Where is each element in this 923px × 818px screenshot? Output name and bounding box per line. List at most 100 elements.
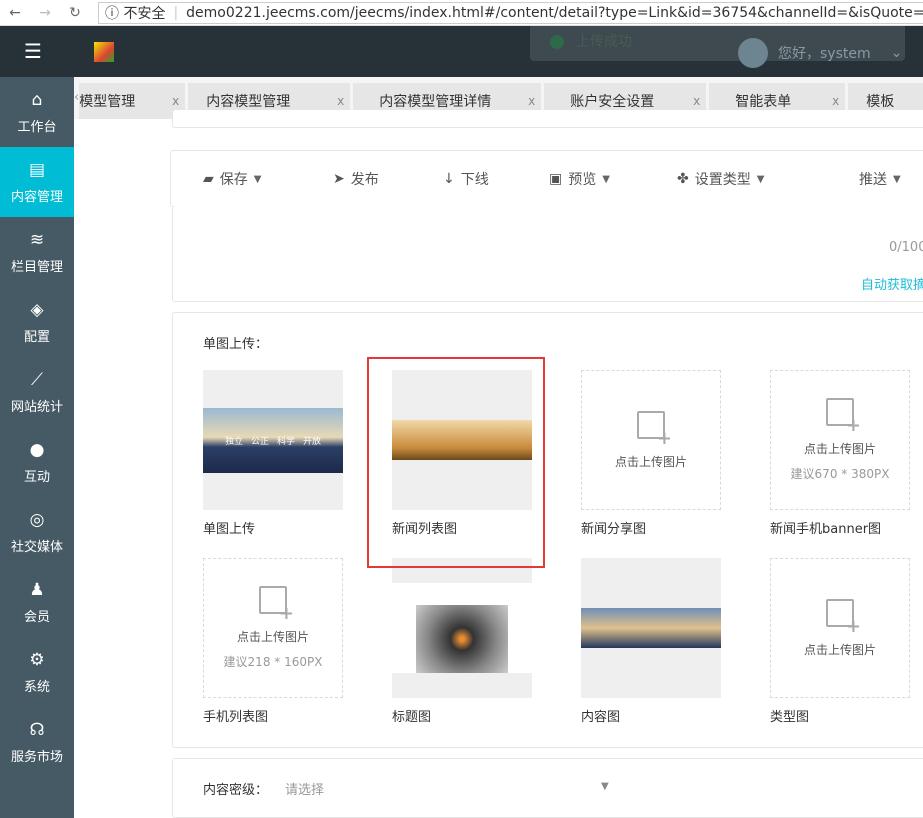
section-label: 单图上传： [203,337,269,352]
upload-mobile-banner[interactable]: 点击上传图片建议670 * 380PX 新闻手机banner图 [770,370,910,537]
secrecy-select[interactable]: 请选择 [285,779,324,798]
size-hint: 建议218 * 160PX [223,655,323,669]
sidebar-item-label: 系统 [23,679,50,695]
image-upload-icon [637,410,672,449]
sidebar-item-label: 网站统计 [10,399,63,415]
sidebar-item-workbench[interactable]: ⌂ 工作台 [0,77,74,147]
caret-down-icon: ▼ [602,173,610,185]
url-input[interactable]: ⓘ 不安全 | demo0221.jeecms.com/jeecms/index… [98,1,923,24]
headset-icon: ☊ [29,719,45,740]
overlay-text: 开放 [303,436,322,447]
highlight-box [367,357,545,568]
solar-image: 独立 公正 科学 开放 [203,407,343,473]
close-icon[interactable]: x [693,94,700,108]
close-icon[interactable]: x [832,94,839,108]
sidebar-item-label: 配置 [23,329,50,345]
upload-text: 点击上传图片 [803,642,876,657]
summary-card: 0/100 自动获取摘 [172,206,923,302]
sidebar-item-label: 内容管理 [10,189,63,205]
gear-icon: ⚙ [29,649,45,670]
caption: 内容图 [581,710,621,725]
chart-icon: ⟋ [31,369,43,390]
reload-icon[interactable]: ↻ [60,5,90,21]
preview-icon: ▣ [549,171,563,187]
top-card-edge [172,110,923,128]
close-icon[interactable]: x [528,94,535,108]
auto-summary-link[interactable]: 自动获取摘 [861,274,923,293]
caption: 手机列表图 [203,710,269,725]
upload-type-image[interactable]: 点击上传图片类型图 [770,558,910,725]
publish-button[interactable]: ➤ 发布 [333,169,379,189]
sidebar-item-member[interactable]: ♟ 会员 [0,567,74,637]
image-upload-icon [259,586,294,624]
user-menu[interactable]: 您好，system ⌄ [738,38,902,68]
sidebar-item-label: 互动 [23,469,50,485]
push-button[interactable]: 推送 ▼ [859,169,901,189]
offline-label: 下线 [460,172,489,188]
tab-label: 内容模型管理详情 [379,94,492,110]
tab-label: 账户安全设置 [570,94,655,110]
upload-title-image[interactable]: 标题图 [392,558,532,725]
save-icon: ▰ [203,171,214,187]
sidebar-item-label: 服务市场 [10,749,63,765]
upload-content-image[interactable]: 内容图 [581,558,721,725]
preview-button[interactable]: ▣ 预览 ▼ [549,169,610,189]
char-counter: 0/100 [889,240,923,255]
set-type-label: 设置类型 [694,172,751,188]
hamburger-menu-icon[interactable]: ☰ [24,41,42,61]
preview-label: 预览 [568,172,597,188]
send-icon: ➤ [333,171,345,187]
upload-mobile-list[interactable]: 点击上传图片建议218 * 160PX 手机列表图 [203,558,343,725]
overlay-text: 独立 [224,436,243,447]
tab-label: 模型管理 [79,94,136,110]
caret-down-icon: ▼ [253,173,262,185]
sidebar-item-interact[interactable]: ● 互动 [0,427,74,497]
tab-model[interactable]: 模型管理 x [79,83,186,119]
upload-text: 点击上传图片 [614,454,687,469]
sidebar-item-market[interactable]: ☊ 服务市场 [0,707,74,777]
target-icon: ◎ [29,509,45,530]
image-upload-icon [826,598,861,637]
sidebar-item-label: 社交媒体 [10,539,63,555]
solar-image [581,608,721,648]
toast-text: 上传成功 [576,34,632,50]
secrecy-card: 内容密级： 请选择 ▼ [172,758,923,818]
greeting: 您好，system [778,46,871,62]
sidebar-item-channel[interactable]: ≋ 栏目管理 [0,217,74,287]
set-type-button[interactable]: ✤ 设置类型 ▼ [677,169,764,189]
chat-icon: ● [29,439,45,460]
cube-icon: ◈ [30,299,44,320]
sidebar-item-content[interactable]: ▤ 内容管理 [0,147,74,217]
upload-text: 点击上传图片 [803,442,876,456]
sidebar-item-label: 工作台 [17,119,57,135]
sidebar-item-config[interactable]: ◈ 配置 [0,287,74,357]
upload-text: 点击上传图片 [236,630,309,644]
browser-address-bar: ← → ↻ ⓘ 不安全 | demo0221.jeecms.com/jeecms… [0,0,923,26]
sidebar-item-social[interactable]: ◎ 社交媒体 [0,497,74,567]
logo[interactable] [94,42,114,62]
caption: 类型图 [770,710,810,725]
push-label: 推送 [859,172,887,188]
arrow-down-icon: ↓ [443,171,455,187]
user-icon: ♟ [29,579,45,600]
caret-down-icon: ▼ [893,173,901,185]
layers-icon: ≋ [29,229,45,250]
close-icon[interactable]: x [172,94,179,108]
sidebar: ⌂ 工作台 ▤ 内容管理 ≋ 栏目管理 ◈ 配置 ⟋ 网站统计 ● 互动 ◎ 社交媒体 ♟ 会员… [0,77,74,818]
forward-icon[interactable]: → [30,5,60,21]
security-label: 不安全 [123,5,166,22]
offline-button[interactable]: ↓ 下线 [443,169,489,189]
upload-news-share[interactable]: 点击上传图片新闻分享图 [581,370,721,537]
close-icon[interactable]: x [337,94,344,108]
save-button[interactable]: ▰ 保存 ▼ [203,169,261,189]
image-upload-icon [826,398,861,436]
upload-single[interactable]: 独立 公正 科学 开放 单图上传 [203,370,343,537]
document-icon: ▤ [28,159,46,180]
caret-down-icon[interactable]: ▼ [601,781,609,792]
sidebar-item-system[interactable]: ⚙ 系统 [0,637,74,707]
overlay-text: 公正 [250,436,269,447]
back-icon[interactable]: ← [0,5,30,21]
character-image [392,583,532,673]
tab-label: 智能表单 [735,94,792,110]
sidebar-item-stats[interactable]: ⟋ 网站统计 [0,357,74,427]
